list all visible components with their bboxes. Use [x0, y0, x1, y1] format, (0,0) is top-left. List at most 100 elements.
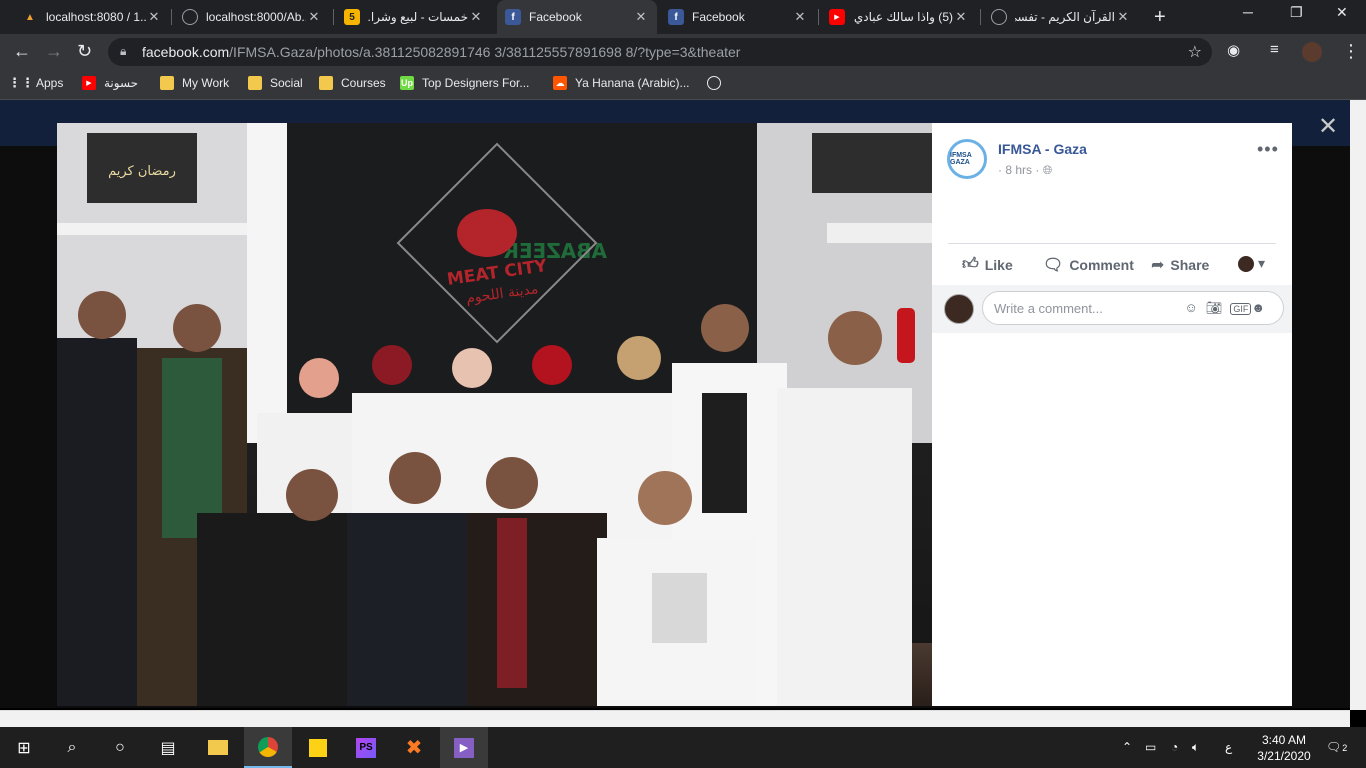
vertical-scrollbar[interactable]	[1350, 100, 1366, 710]
search-icon[interactable]: ⌕	[48, 727, 96, 768]
input-language[interactable]: ع	[1225, 740, 1232, 754]
bookmarks-bar: ⋮⋮ Apps ▶ حسونة My Work Social Courses U…	[0, 70, 1366, 100]
khamsat-icon: 5	[344, 9, 360, 25]
task-view-icon[interactable]: ▤	[144, 727, 192, 768]
youtube-icon: ▶	[82, 76, 96, 90]
lock-icon: 🔒︎	[120, 44, 127, 58]
group-photo-illustration: رمضان كريم ABAZEER MEAT CITY مدينة اللحو…	[57, 123, 932, 706]
bookmark-social[interactable]: Social	[248, 76, 303, 90]
bookmark-label: Top Designers For...	[422, 76, 530, 90]
url-host: facebook.com	[142, 44, 230, 60]
gif-icon[interactable]: GIF	[1230, 303, 1252, 315]
camera-icon[interactable]: 📷︎	[1206, 300, 1231, 315]
like-button[interactable]: 👍︎ Like	[962, 255, 1013, 274]
maximize-button[interactable]: ❐	[1290, 4, 1303, 21]
bookmark-label: حسونة	[104, 76, 139, 90]
page-logo-text: IFMSA GAZA	[950, 152, 972, 166]
media-control-icon[interactable]: ≡	[1270, 41, 1279, 58]
facebook-icon: f	[505, 9, 521, 25]
close-icon[interactable]: ✕	[146, 9, 162, 25]
close-icon[interactable]: ✕	[468, 9, 484, 25]
close-icon[interactable]: ✕	[792, 9, 808, 25]
page-avatar[interactable]: IFMSA GAZA	[947, 139, 987, 179]
post-side-panel: IFMSA GAZA IFMSA - Gaza · 8 hrs · 🌐︎ •••…	[932, 123, 1292, 706]
close-viewer-icon[interactable]: ✕	[1318, 112, 1338, 141]
browser-tab-strip: ▲ localhost:8080 / 1... ✕ localhost:8000…	[0, 0, 1366, 34]
xampp-icon[interactable]: ✖	[390, 727, 438, 768]
caret-down-icon: ▾	[1258, 255, 1266, 271]
bookmark-globe[interactable]	[707, 76, 729, 90]
share-button[interactable]: ➦ Share	[1151, 255, 1209, 275]
cortana-icon[interactable]: ○	[96, 727, 144, 768]
windows-taskbar: ⊞ ⌕ ○ ▤ PS ✖ ▶ ⌃ ▭ ◔ 🔈︎ ع 3:40 AM 3/21/2…	[0, 727, 1366, 768]
divider	[948, 243, 1276, 244]
notification-center-icon[interactable]: 🗨︎2	[1326, 740, 1347, 754]
tray-chevron-icon[interactable]: ⌃	[1122, 740, 1132, 754]
thumbs-up-icon: 👍︎	[962, 256, 979, 273]
phpstorm-icon[interactable]: PS	[342, 727, 390, 768]
share-label: Share	[1170, 257, 1210, 273]
post-options-icon[interactable]: •••	[1257, 139, 1279, 160]
bookmark-courses[interactable]: Courses	[319, 76, 386, 90]
reload-button[interactable]: ↻	[77, 41, 92, 62]
comment-input[interactable]: Write a comment... ☺📷︎ GIF ☻	[982, 291, 1284, 325]
bookmark-apps[interactable]: ⋮⋮ Apps	[8, 75, 64, 90]
tab-facebook[interactable]: f Facebook ✕	[660, 0, 816, 34]
share-arrow-icon: ➦	[1151, 257, 1165, 274]
close-icon[interactable]: ✕	[1115, 9, 1131, 25]
tab-localhost-8080[interactable]: ▲ localhost:8080 / 1... ✕	[14, 0, 170, 34]
bookmark-label: Apps	[36, 76, 64, 90]
window-close-button[interactable]: ✕	[1336, 4, 1348, 21]
close-icon[interactable]: ✕	[953, 9, 969, 25]
emoji-icon[interactable]: ☺	[1185, 300, 1206, 315]
post-photo[interactable]: رمضان كريم ABAZEER MEAT CITY مدينة اللحو…	[57, 123, 932, 706]
bookmark-star-icon[interactable]: ☆	[1188, 42, 1202, 62]
chrome-taskbar-icon[interactable]	[244, 727, 292, 768]
page-name-link[interactable]: IFMSA - Gaza	[998, 141, 1087, 157]
forward-button[interactable]: →	[45, 41, 63, 62]
post-meta: · 8 hrs · 🌐︎	[998, 163, 1053, 177]
bookmark-hassouna[interactable]: ▶ حسونة	[82, 76, 138, 90]
tab-quran[interactable]: القرآن الكريم - تفسي... ✕	[983, 0, 1139, 34]
globe-icon	[707, 76, 721, 90]
post-time[interactable]: 8 hrs	[1005, 163, 1032, 177]
start-button[interactable]: ⊞	[0, 727, 48, 768]
file-explorer-icon[interactable]	[194, 727, 242, 768]
bookmark-label: Social	[270, 76, 303, 90]
tab-label: localhost:8080 / 1...	[46, 10, 146, 24]
tab-youtube[interactable]: ▶ (5) واذا سالك عبادي... ✕	[821, 0, 977, 34]
bookmark-top-designers[interactable]: Up Top Designers For...	[400, 76, 529, 90]
comment-button[interactable]: 🗨︎ Comment	[1043, 255, 1134, 275]
bookmark-ya-hanana[interactable]: ☁ Ya Hanana (Arabic)...	[553, 76, 690, 90]
back-button[interactable]: ←	[13, 41, 31, 62]
tab-separator	[980, 9, 981, 25]
folder-icon	[319, 76, 333, 90]
soundcloud-icon: ☁	[553, 76, 567, 90]
new-tab-button[interactable]: +	[1154, 6, 1166, 29]
extension-icon[interactable]: ◉	[1227, 41, 1240, 59]
comment-bubble-icon: 🗨︎	[1043, 257, 1064, 274]
battery-icon[interactable]: ▭	[1145, 740, 1156, 754]
sticky-notes-icon[interactable]	[294, 727, 342, 768]
taskbar-clock[interactable]: 3:40 AM 3/21/2020	[1248, 732, 1320, 764]
tab-separator	[818, 9, 819, 25]
close-icon[interactable]: ✕	[306, 9, 322, 25]
tab-facebook-active[interactable]: f Facebook ✕	[497, 0, 657, 34]
bookmark-my-work[interactable]: My Work	[160, 76, 229, 90]
sticker-icon[interactable]: ☻	[1251, 300, 1273, 315]
profile-avatar[interactable]	[1302, 42, 1322, 62]
facebook-icon: f	[668, 9, 684, 25]
volume-icon[interactable]: 🔈︎	[1192, 740, 1199, 755]
browser-toolbar: ← → ↻ 🔒︎ facebook.com/IFMSA.Gaza/photos/…	[0, 34, 1366, 70]
address-bar[interactable]: 🔒︎ facebook.com/IFMSA.Gaza/photos/a.3811…	[108, 38, 1212, 66]
wifi-icon[interactable]: ◔	[1171, 740, 1178, 754]
close-icon[interactable]: ✕	[633, 9, 649, 25]
post-as-selector[interactable]: ▾	[1238, 255, 1265, 272]
avatar	[944, 294, 974, 324]
tab-khamsat[interactable]: 5 خمسات - لبيع وشرا... ✕	[336, 0, 492, 34]
minimize-button[interactable]: ─	[1243, 4, 1253, 20]
tab-localhost-8000[interactable]: localhost:8000/Ab... ✕	[174, 0, 330, 34]
menu-dots-icon[interactable]: ⋮	[1342, 41, 1360, 62]
visual-studio-icon[interactable]: ▶	[440, 727, 488, 768]
horizontal-scrollbar[interactable]	[0, 710, 1350, 727]
